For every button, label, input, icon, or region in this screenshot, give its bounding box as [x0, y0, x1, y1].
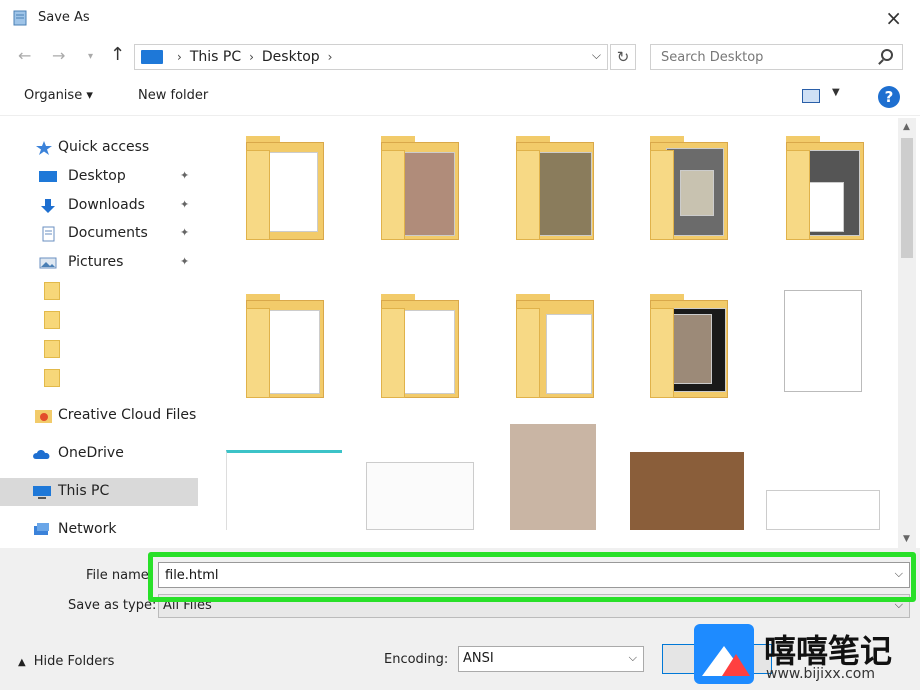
scroll-down-icon[interactable]: ▼	[903, 534, 910, 544]
folder-item[interactable]	[650, 294, 728, 398]
sidebar-item-label: Network	[58, 521, 117, 537]
sidebar-item-desktop[interactable]: Desktop ✦	[0, 163, 198, 191]
sidebar-item-quick-access[interactable]: Quick access	[0, 134, 198, 162]
sidebar-item-label: Desktop	[68, 168, 126, 184]
close-button[interactable]: ×	[885, 6, 902, 30]
sidebar-item-this-pc[interactable]: This PC	[0, 478, 198, 506]
folder-icon[interactable]	[44, 340, 60, 358]
window-title: Save As	[38, 10, 90, 25]
save-as-type-label: Save as type:	[68, 598, 157, 613]
encoding-label: Encoding:	[384, 652, 449, 667]
chevron-down-icon[interactable]: ▼	[832, 87, 840, 98]
sidebar-item-creative-cloud[interactable]: Creative Cloud Files	[0, 402, 198, 430]
sidebar-item-label: This PC	[58, 483, 110, 499]
file-item[interactable]	[784, 290, 862, 392]
navigation-bar: ← → ▾ ↑ › This PC › Desktop › ⌵ ↻	[0, 38, 920, 76]
recent-locations-button[interactable]: ▾	[88, 51, 93, 62]
watermark-url: www.bijixx.com	[766, 666, 875, 682]
search-icon	[881, 49, 893, 61]
folder-item[interactable]	[786, 136, 864, 240]
sidebar-item-downloads[interactable]: Downloads ✦	[0, 192, 198, 220]
organise-button[interactable]: Organise ▾	[24, 88, 93, 103]
chevron-down-icon[interactable]: ⌵	[629, 651, 637, 665]
help-button[interactable]: ?	[878, 86, 900, 108]
watermark: 嘻嘻笔记 www.bijixx.com	[694, 620, 920, 690]
sidebar-item-pictures[interactable]: Pictures ✦	[0, 249, 198, 277]
breadcrumb-separator: ›	[249, 50, 254, 64]
breadcrumb-separator: ›	[177, 50, 182, 64]
sidebar-item-label: Downloads	[68, 197, 145, 213]
sidebar-item-label: Quick access	[58, 139, 150, 155]
highlight-box	[148, 552, 916, 602]
download-arrow-icon	[41, 199, 55, 213]
breadcrumb-separator: ›	[327, 50, 333, 64]
command-bar: Organise ▾ New folder ▼	[0, 78, 920, 116]
back-button[interactable]: ←	[18, 46, 31, 65]
creative-cloud-icon	[35, 410, 52, 423]
address-bar[interactable]: › This PC › Desktop › ⌵	[134, 44, 608, 70]
up-button[interactable]: ↑	[110, 44, 125, 65]
folder-item[interactable]	[516, 136, 594, 240]
breadcrumb-desktop[interactable]: Desktop	[262, 49, 320, 65]
scrollbar-thumb[interactable]	[901, 138, 913, 258]
watermark-logo-icon	[694, 624, 754, 684]
sidebar-item-network[interactable]: Network	[0, 516, 198, 544]
folder-icon[interactable]	[44, 311, 60, 329]
network-icon	[34, 523, 49, 535]
desktop-icon	[39, 171, 57, 182]
view-options-icon[interactable]	[802, 89, 820, 103]
folder-item[interactable]	[246, 294, 324, 398]
folder-icon[interactable]	[44, 282, 60, 300]
sidebar-item-label: Pictures	[68, 254, 124, 270]
search-input[interactable]	[651, 45, 871, 69]
computer-icon	[141, 50, 163, 64]
computer-icon	[33, 486, 51, 499]
pin-icon[interactable]: ✦	[180, 169, 189, 182]
encoding-select[interactable]: ANSI ⌵	[458, 646, 644, 672]
pictures-icon	[39, 257, 57, 269]
pin-icon[interactable]: ✦	[180, 255, 189, 268]
star-icon	[36, 141, 52, 155]
search-box[interactable]	[650, 44, 903, 70]
file-item[interactable]	[366, 462, 474, 530]
folder-item[interactable]	[246, 136, 324, 240]
title-bar: Save As ×	[0, 0, 920, 36]
navigation-pane: Quick access Desktop ✦ Downloads ✦ Docum…	[0, 118, 198, 548]
folder-item[interactable]	[381, 294, 459, 398]
file-item[interactable]	[226, 450, 342, 530]
chevron-up-icon: ▲	[18, 657, 26, 668]
hide-folders-label: Hide Folders	[33, 654, 115, 669]
new-folder-button[interactable]: New folder	[138, 88, 208, 103]
file-item[interactable]	[510, 424, 596, 530]
sidebar-item-label: Creative Cloud Files	[58, 407, 197, 423]
folder-item[interactable]	[381, 136, 459, 240]
refresh-button[interactable]: ↻	[610, 44, 636, 70]
breadcrumb-this-pc[interactable]: This PC	[190, 49, 241, 65]
folder-icon[interactable]	[44, 369, 60, 387]
file-item[interactable]	[766, 490, 880, 530]
pin-icon[interactable]: ✦	[180, 198, 189, 211]
sidebar-item-documents[interactable]: Documents ✦	[0, 220, 198, 248]
sidebar-item-label: Documents	[68, 225, 148, 241]
folder-item[interactable]	[516, 294, 594, 398]
file-name-label: File name:	[86, 568, 154, 583]
scroll-up-icon[interactable]: ▲	[903, 122, 910, 132]
pin-icon[interactable]: ✦	[180, 226, 189, 239]
cloud-icon	[33, 450, 50, 459]
encoding-value: ANSI	[463, 651, 494, 666]
chevron-down-icon[interactable]: ⌵	[592, 48, 601, 63]
document-icon	[42, 226, 55, 242]
sidebar-item-onedrive[interactable]: OneDrive	[0, 440, 198, 468]
hide-folders-button[interactable]: ▲ Hide Folders	[18, 654, 114, 669]
file-list	[206, 118, 896, 548]
vertical-scrollbar[interactable]: ▲ ▼	[898, 118, 916, 548]
forward-button[interactable]: →	[52, 46, 65, 65]
sidebar-item-label: OneDrive	[58, 445, 124, 461]
folder-item[interactable]	[650, 136, 728, 240]
notepad-icon	[13, 10, 27, 26]
file-item[interactable]	[630, 452, 744, 530]
